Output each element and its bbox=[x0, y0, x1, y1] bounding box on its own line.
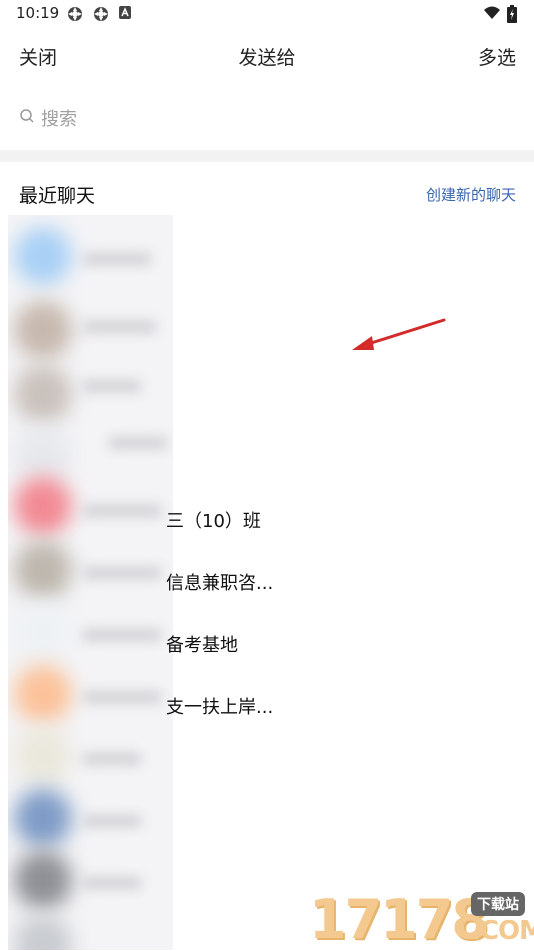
avatar bbox=[14, 851, 72, 909]
chat-row[interactable]: 支一扶上岸... bbox=[0, 675, 534, 737]
search-icon bbox=[19, 108, 35, 128]
blurred-name bbox=[108, 437, 168, 449]
status-time: 10:19 bbox=[16, 4, 60, 22]
chat-name: 三（10）班 bbox=[166, 511, 261, 532]
blurred-name bbox=[82, 321, 157, 333]
status-bar: 10:19 bbox=[0, 0, 534, 28]
multi-select-button[interactable]: 多选 bbox=[478, 43, 516, 70]
chat-name: 备考基地 bbox=[166, 635, 238, 656]
recent-chats-heading: 最近聊天 bbox=[19, 185, 96, 207]
blurred-name bbox=[82, 380, 142, 392]
blurred-name bbox=[82, 877, 142, 889]
battery-icon bbox=[507, 5, 525, 23]
chat-row[interactable]: 三（10）班 bbox=[0, 489, 534, 551]
app-notification-icon bbox=[92, 5, 110, 23]
keyboard-a-icon bbox=[118, 5, 136, 23]
create-new-chat-link[interactable]: 创建新的聊天 bbox=[426, 184, 516, 205]
blurred-name bbox=[82, 253, 152, 265]
page-title: 发送给 bbox=[238, 47, 296, 69]
avatar bbox=[14, 789, 72, 847]
avatar bbox=[14, 227, 72, 285]
watermark-badge: 下载站 bbox=[471, 892, 525, 916]
section-divider bbox=[0, 150, 534, 162]
red-arrow-annotation bbox=[352, 318, 446, 350]
chat-name: 信息兼职咨... bbox=[166, 573, 274, 594]
watermark-number: 17178 bbox=[309, 888, 489, 951]
watermark-domain: .COM bbox=[471, 916, 534, 946]
blurred-name bbox=[82, 753, 142, 765]
chat-row[interactable]: 备考基地 bbox=[0, 613, 534, 675]
avatar bbox=[14, 301, 72, 359]
blurred-name bbox=[82, 815, 142, 827]
top-bar: 关闭 发送给 多选 bbox=[0, 28, 534, 84]
chat-row[interactable]: 信息兼职咨... bbox=[0, 551, 534, 613]
app-notification-icon bbox=[66, 5, 84, 23]
avatar bbox=[14, 365, 72, 423]
search-bar[interactable]: 搜索 bbox=[0, 86, 534, 148]
watermark: 17178 下载站 .COM bbox=[305, 888, 534, 951]
wifi-icon bbox=[483, 5, 501, 23]
search-input[interactable]: 搜索 bbox=[41, 105, 77, 131]
chat-name: 支一扶上岸... bbox=[166, 697, 274, 718]
avatar bbox=[14, 915, 72, 950]
